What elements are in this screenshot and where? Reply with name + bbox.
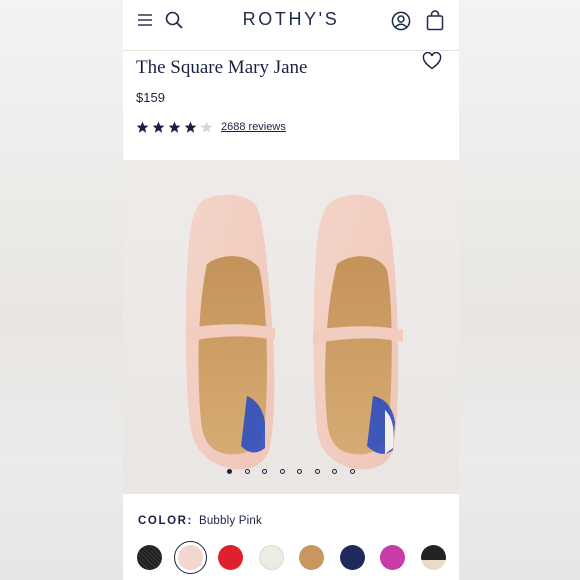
- pagination-dot-active[interactable]: [227, 469, 232, 474]
- star-filled-icon: [168, 121, 181, 133]
- swatch-bubbly-pink[interactable]: [177, 545, 203, 570]
- color-label: COLOR:: [138, 515, 193, 527]
- site-header: ROTHY'S: [123, 0, 459, 51]
- swatch-navy[interactable]: [339, 545, 365, 570]
- backdrop-right: [459, 0, 580, 580]
- pagination-dot[interactable]: [349, 469, 355, 474]
- color-selection: COLOR: Bubbly Pink: [138, 515, 262, 527]
- reviews-link[interactable]: 2688 reviews: [221, 121, 286, 133]
- product-page: ROTHY'S The Square Mary Jane $159 2688 r…: [123, 0, 459, 580]
- backdrop-left: [0, 0, 123, 580]
- right-shoe: [313, 194, 403, 470]
- heart-outline-icon[interactable]: [422, 52, 442, 70]
- product-image-gallery[interactable]: [123, 160, 459, 494]
- account-icon[interactable]: [391, 11, 411, 31]
- product-title: The Square Mary Jane: [136, 57, 308, 78]
- swatch-black-knit[interactable]: [137, 545, 162, 570]
- left-shoe: [185, 194, 275, 470]
- pagination-dot[interactable]: [297, 469, 302, 474]
- color-swatches: [123, 541, 459, 575]
- color-value: Bubbly Pink: [198, 515, 262, 527]
- product-image: [123, 160, 459, 494]
- pagination-dot[interactable]: [279, 469, 285, 474]
- bag-icon[interactable]: [426, 10, 444, 31]
- product-price: $159: [136, 90, 165, 105]
- star-filled-icon: [184, 121, 197, 133]
- swatch-cream[interactable]: [258, 545, 284, 570]
- pagination-dot[interactable]: [244, 469, 250, 474]
- swatch-camel[interactable]: [299, 545, 324, 570]
- pagination-dot[interactable]: [262, 469, 267, 474]
- star-empty-icon: [200, 121, 213, 133]
- gallery-pagination: [123, 469, 459, 477]
- rating-stars: [136, 120, 216, 136]
- pagination-dot[interactable]: [332, 469, 337, 474]
- pagination-dot[interactable]: [314, 469, 320, 474]
- star-filled-icon: [152, 121, 165, 133]
- star-filled-icon: [136, 121, 149, 133]
- header-divider: [123, 50, 459, 51]
- swatch-black-cream[interactable]: [420, 545, 446, 570]
- swatch-magenta[interactable]: [380, 545, 405, 570]
- swatch-red[interactable]: [218, 545, 243, 570]
